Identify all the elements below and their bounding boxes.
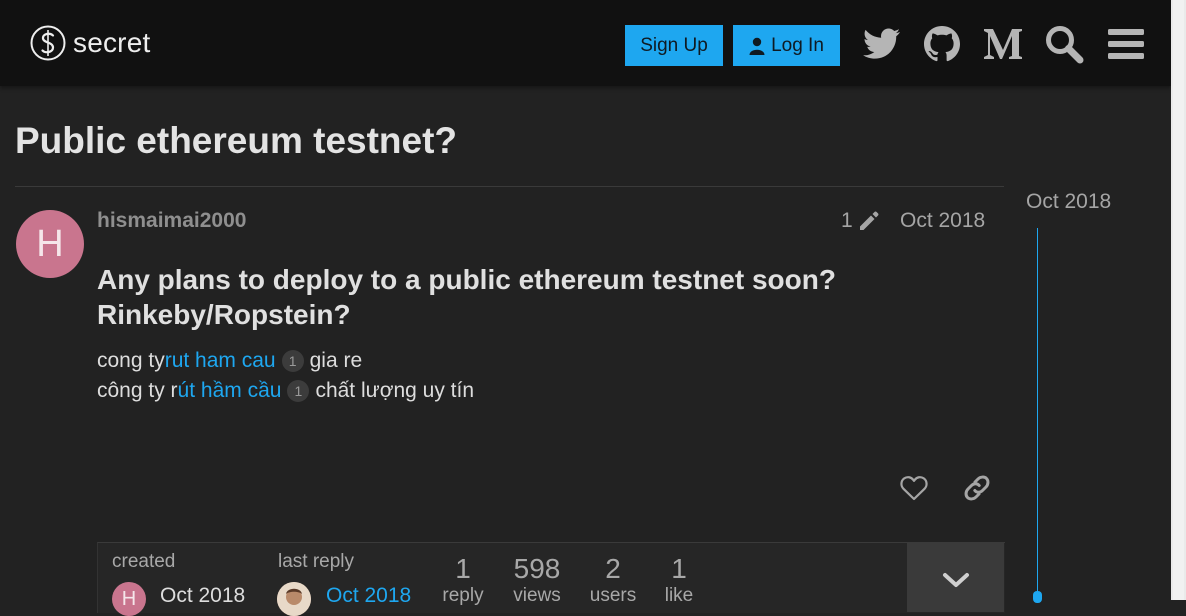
created-label: created (112, 551, 176, 572)
last-reply-avatar[interactable] (277, 582, 311, 616)
github-icon[interactable] (922, 24, 962, 64)
stat-value: 1 (671, 553, 687, 584)
stat-label: views (513, 585, 561, 606)
timeline-scroll-track[interactable] (1037, 228, 1038, 600)
share-link-button[interactable] (959, 470, 995, 506)
scrollbar-thumb[interactable] (1173, 0, 1184, 600)
log-in-button[interactable]: Log In (733, 25, 840, 66)
body-link[interactable]: út hầm cầu (178, 379, 282, 403)
search-icon[interactable] (1044, 24, 1084, 64)
body-text: gia re (309, 349, 363, 372)
stat-value: 1 (455, 553, 471, 584)
site-header: secret Sign Up Log In (0, 0, 1171, 86)
title-divider (15, 186, 1004, 187)
stat-label: users (589, 585, 637, 606)
logo-icon (30, 25, 66, 61)
body-text: chất lượng uy tín (315, 379, 475, 402)
site-name: secret (73, 27, 151, 58)
stat-label: like (664, 585, 694, 606)
hamburger-menu-icon[interactable] (1106, 24, 1146, 64)
like-button[interactable] (896, 470, 932, 506)
expand-topic-map-button[interactable] (907, 542, 1004, 612)
likes-stat: 1 like (656, 553, 702, 607)
log-in-label: Log In (771, 34, 824, 56)
link-click-count-badge: 1 (287, 380, 310, 402)
views-stat: 598 views (506, 553, 568, 607)
sign-up-label: Sign Up (640, 34, 708, 56)
replies-stat: 1 reply (439, 553, 487, 607)
timeline-start-date[interactable]: Oct 2018 (1026, 190, 1111, 214)
pencil-icon (859, 211, 879, 230)
sign-up-button[interactable]: Sign Up (625, 25, 723, 66)
post-date[interactable]: Oct 2018 (900, 209, 985, 233)
medium-icon[interactable] (983, 24, 1023, 64)
post-username[interactable]: hismaimai2000 (97, 209, 246, 233)
last-reply-date-link[interactable]: Oct 2018 (326, 584, 411, 608)
edit-history-button[interactable]: 1 (841, 209, 881, 233)
body-link[interactable]: rut ham cau (165, 349, 276, 373)
page-scrollbar[interactable] (1171, 0, 1186, 600)
edit-count: 1 (841, 209, 853, 232)
last-reply-label: last reply (278, 551, 355, 572)
created-avatar[interactable]: H (112, 582, 146, 616)
user-icon (749, 37, 765, 55)
topic-title[interactable]: Public ethereum testnet? (15, 120, 457, 162)
twitter-icon[interactable] (862, 24, 902, 64)
body-text: công ty r (97, 379, 178, 402)
post-heading-line2: Rinkeby/Ropstein? (97, 299, 351, 330)
post-avatar[interactable]: H (16, 210, 84, 278)
post-body-line: công ty r út hầm cầu 1 chất lượng uy tín (97, 379, 474, 403)
users-stat: 2 users (585, 553, 641, 607)
link-click-count-badge: 1 (281, 350, 304, 372)
stat-label: reply (442, 585, 484, 606)
post-body-line: cong ty rut ham cau 1 gia re (97, 349, 362, 373)
link-icon (964, 475, 990, 501)
heart-icon (900, 476, 928, 501)
chevron-down-icon (942, 573, 969, 587)
user-photo-icon (277, 582, 311, 616)
timeline-scroll-handle[interactable] (1033, 591, 1042, 603)
stat-value: 598 (513, 553, 561, 584)
site-logo[interactable]: secret (30, 25, 150, 61)
stat-value: 2 (605, 553, 621, 584)
body-text: cong ty (97, 349, 165, 372)
post-heading-line1: Any plans to deploy to a public ethereum… (97, 264, 836, 295)
created-date: Oct 2018 (160, 584, 246, 607)
post-heading: Any plans to deploy to a public ethereum… (97, 262, 897, 332)
